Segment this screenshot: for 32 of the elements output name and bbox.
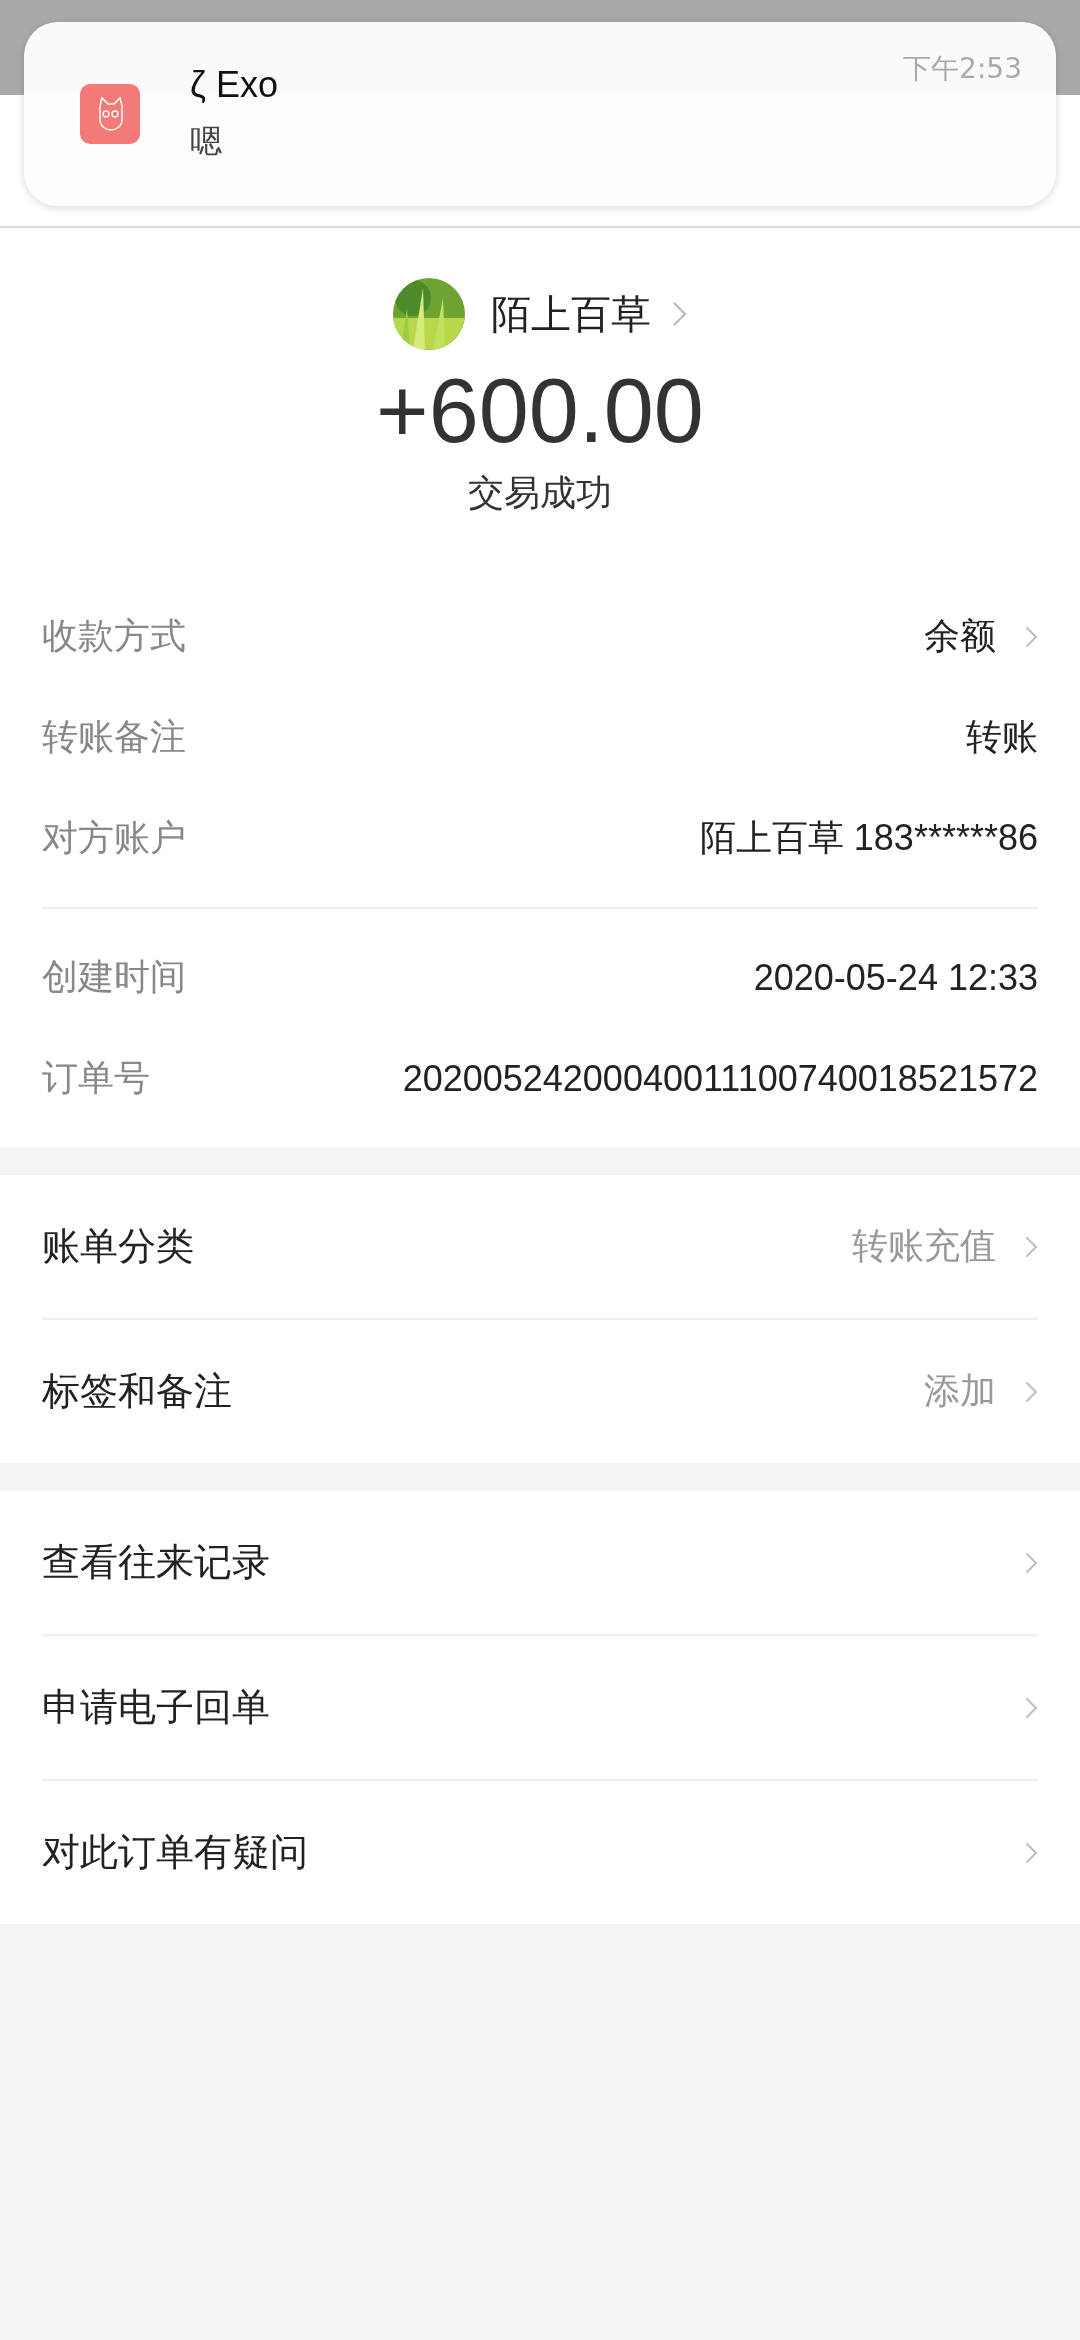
app-icon (80, 84, 140, 144)
chevron-icon (1023, 1695, 1038, 1720)
menu-item[interactable]: 申请电子回单 (42, 1682, 270, 1733)
payee-name[interactable]: 陌上百草 (490, 286, 651, 342)
menu-value: 转账充值 (851, 1224, 996, 1268)
detail-label: 转账备注 (42, 715, 186, 759)
detail-label: 订单号 (42, 1056, 150, 1100)
app-name: ζ Exo (190, 64, 278, 106)
chevron-icon (1023, 1234, 1038, 1259)
notification-time: 下午2:53 (903, 51, 1022, 87)
transaction-status: 交易成功 (468, 471, 612, 515)
notification-message: 嗯 (190, 121, 222, 162)
chevron-icon (1023, 1550, 1038, 1575)
chevron-icon (1023, 624, 1038, 649)
chevron-icon (1023, 1840, 1038, 1865)
menu-item[interactable]: 查看往来记录 (42, 1537, 270, 1588)
detail-value[interactable]: 余额 (923, 612, 996, 661)
detail-label: 对方账户 (42, 816, 186, 860)
chevron-icon (1023, 1379, 1038, 1404)
detail-value: 陌上百草 183******86 (699, 816, 1038, 860)
notification-card[interactable]: ζ Exo 嗯 下午2:53 (24, 22, 1056, 206)
detail-value: 2020-05-24 12:33 (753, 956, 1038, 999)
menu-item[interactable]: 对此订单有疑问 (42, 1827, 308, 1878)
chevron-icon (670, 300, 688, 328)
detail-label: 收款方式 (42, 614, 186, 658)
menu-item[interactable]: 账单分类 (42, 1221, 194, 1272)
detail-label: 创建时间 (42, 955, 186, 999)
menu-item[interactable]: 标签和备注 (42, 1366, 232, 1417)
detail-value: 转账 (966, 715, 1038, 759)
menu-value: 添加 (923, 1369, 996, 1413)
amount: +600.00 (376, 360, 704, 463)
detail-value: 20200524200040011100740018521572 (402, 1057, 1038, 1100)
